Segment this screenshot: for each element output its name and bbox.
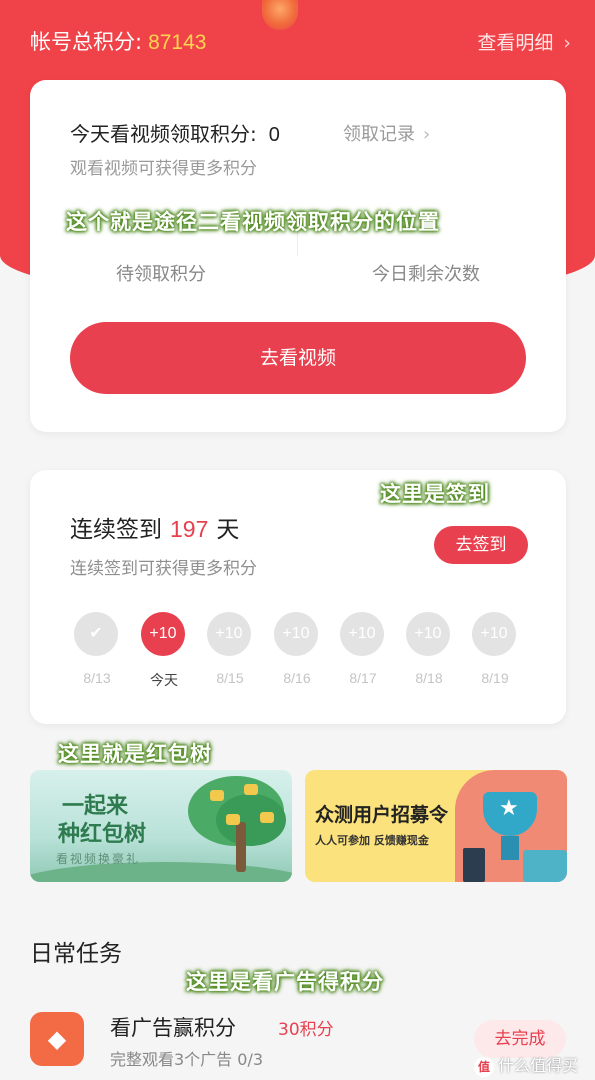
- view-details-label: 查看明细: [477, 32, 554, 54]
- signin-subtitle: 连续签到可获得更多积分: [70, 559, 257, 579]
- annotation-red-packet-tree: 这里就是红包树: [58, 742, 212, 766]
- video-points-value: 0: [268, 124, 280, 146]
- task-name: 看广告赢积分: [110, 1016, 236, 1040]
- signin-day-badge: +10: [207, 612, 251, 656]
- watermark: 值什么值得买: [474, 1052, 578, 1077]
- signin-day-date: 8/18: [415, 670, 443, 686]
- signin-day: +10 8/18: [406, 612, 452, 686]
- signin-card: 连续签到 197 天 连续签到可获得更多积分 去签到 ✔ 8/13 +10 今天 +…: [30, 470, 566, 724]
- remaining-times-label: 今日剩余次数: [372, 264, 480, 285]
- red-packet-tree-banner[interactable]: 一起来 种红包树 看视频换豪礼: [30, 770, 292, 882]
- tree-trunk-graphic: [236, 822, 246, 872]
- signin-day-today: +10 今天: [141, 612, 187, 690]
- signin-day-date: 8/16: [283, 670, 311, 686]
- signin-day-badge: +10: [141, 612, 185, 656]
- chevron-right-icon: ›: [423, 124, 431, 145]
- signin-day: +10 8/15: [207, 612, 253, 686]
- total-points-label: 帐号总积分:: [30, 30, 143, 54]
- signin-title-suffix: 天: [216, 517, 240, 543]
- banner-left-tagline: 看视频换豪礼: [56, 852, 141, 866]
- signin-day-date: 8/13: [83, 670, 111, 686]
- video-points-title-label: 今天看视频领取积分:: [70, 122, 257, 146]
- crowd-test-banner[interactable]: ★ 众测用户招募令 人人可参加 反馈赚现金: [305, 770, 567, 882]
- signin-day-badge: +10: [340, 612, 384, 656]
- books-graphic: [523, 850, 567, 882]
- signin-day-badge: +10: [406, 612, 450, 656]
- annotation-ads: 这里是看广告得积分: [186, 970, 384, 994]
- signin-day-badge: +10: [274, 612, 318, 656]
- signin-day: +10 8/19: [472, 612, 518, 686]
- diamond-icon: ◆: [30, 1012, 84, 1066]
- annotation-video: 这个就是途径二看视频领取积分的位置: [66, 210, 440, 234]
- signin-day-date: 8/17: [349, 670, 377, 686]
- pending-points-label: 待领取积分: [116, 264, 206, 285]
- checkmark-icon: ✔: [74, 612, 118, 656]
- red-packet-icon: [210, 790, 224, 801]
- total-points-value: 87143: [148, 31, 207, 54]
- signin-day: ✔ 8/13: [74, 612, 120, 686]
- pencil-cup-graphic: [463, 848, 485, 882]
- red-packet-icon: [260, 812, 274, 823]
- total-points: 帐号总积分: 87143: [30, 26, 206, 56]
- claim-records-label: 领取记录: [343, 124, 415, 145]
- task-description: 完整观看3个广告 0/3: [110, 1050, 264, 1069]
- red-packet-icon: [226, 814, 240, 825]
- signin-day: +10 8/17: [340, 612, 386, 686]
- red-packet-icon: [244, 784, 258, 795]
- video-points-subtitle: 观看视频可获得更多积分: [70, 159, 257, 179]
- video-points-title: 今天看视频领取积分: 0: [70, 118, 280, 147]
- signin-day: +10 8/16: [274, 612, 320, 686]
- daily-tasks-title: 日常任务: [30, 941, 122, 967]
- signin-day-date: 8/19: [481, 670, 509, 686]
- signin-title-prefix: 连续签到: [70, 517, 162, 543]
- banner-right-title: 众测用户招募令: [315, 804, 449, 826]
- signin-button[interactable]: 去签到: [434, 526, 528, 564]
- chevron-right-icon: ›: [563, 32, 571, 54]
- banner-left-title-line2: 种红包树: [58, 822, 147, 847]
- task-reward: 30积分: [278, 1020, 334, 1040]
- signin-day-date: 8/15: [216, 670, 244, 686]
- header: 帐号总积分: 87143 查看明细 ›: [0, 0, 595, 80]
- watch-video-button[interactable]: 去看视频: [70, 322, 526, 394]
- watermark-logo: 值: [474, 1057, 494, 1077]
- view-details-link[interactable]: 查看明细 ›: [477, 28, 571, 55]
- claim-records-link[interactable]: 领取记录 ›: [343, 120, 430, 146]
- watermark-text: 什么值得买: [498, 1056, 579, 1075]
- star-icon: ★: [499, 796, 519, 821]
- signin-day-badge: +10: [472, 612, 516, 656]
- signin-day-date: 今天: [150, 673, 178, 689]
- annotation-signin: 这里是签到: [380, 482, 490, 506]
- video-points-card: 今天看视频领取积分: 0 领取记录 › 观看视频可获得更多积分 待领取积分 今日剩余…: [30, 80, 566, 432]
- signin-days-count: 197: [170, 516, 209, 542]
- trophy-base-graphic: [501, 836, 519, 860]
- banner-right-subtitle: 人人可参加 反馈赚现金: [315, 834, 429, 847]
- signin-title: 连续签到 197 天: [70, 510, 239, 544]
